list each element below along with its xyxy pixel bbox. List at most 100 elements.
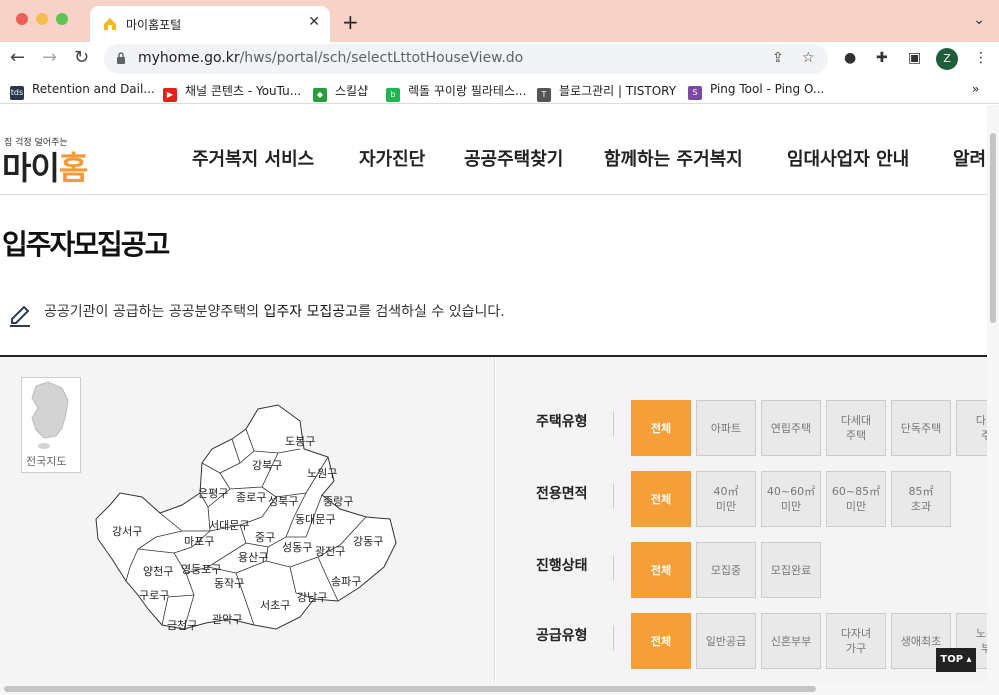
close-window-button[interactable]	[16, 13, 28, 25]
blog-icon: b	[386, 88, 400, 102]
url-text[interactable]: myhome.go.kr/hws/portal/sch/selectLttotH…	[138, 50, 523, 66]
filter-separator	[613, 411, 614, 437]
back-button[interactable]: ←	[10, 47, 25, 68]
option-status-all[interactable]: 전체	[631, 542, 691, 598]
option-area-all[interactable]: 전체	[631, 471, 691, 527]
filter-label-supply-type: 공급유형	[536, 628, 588, 644]
district-gwanak[interactable]: 관악구	[212, 611, 242, 627]
region-map-panel: 전국지도 도봉구 강북구 노원구 은평구 종로구 성북구 중랑구 동대문구 서대…	[0, 357, 495, 683]
option-apartment[interactable]: 아파트	[696, 400, 756, 456]
option-supply-all[interactable]: 전체	[631, 613, 691, 669]
filter-separator	[613, 555, 614, 581]
cookie-extension-icon[interactable]: ●	[844, 50, 856, 66]
reload-button[interactable]: ↻	[74, 47, 89, 68]
district-seodaemun[interactable]: 서대문구	[209, 517, 249, 533]
home-icon	[104, 18, 116, 30]
bookmark-item[interactable]: S Ping Tool - Ping O...	[688, 82, 824, 100]
district-nowon[interactable]: 노원구	[307, 465, 337, 481]
extensions-puzzle-icon[interactable]: ✚	[876, 50, 888, 66]
option-multi-child[interactable]: 다자녀 가구	[826, 613, 886, 669]
option-area-over-85[interactable]: 85㎡ 초과	[891, 471, 951, 527]
district-yangcheon[interactable]: 양천구	[143, 563, 173, 579]
bookmark-item[interactable]: T 블로그관리 | TISTORY	[537, 82, 676, 102]
district-jung[interactable]: 중구	[255, 529, 275, 545]
nav-together-housing-welfare[interactable]: 함께하는 주거복지	[604, 145, 743, 171]
maximize-window-button[interactable]	[56, 13, 68, 25]
district-gangnam[interactable]: 강남구	[297, 589, 327, 605]
bookmark-star-icon[interactable]: ☆	[802, 50, 815, 66]
option-area-under-40[interactable]: 40㎡ 미만	[696, 471, 756, 527]
logo-text: 마이홈	[2, 149, 88, 187]
district-seocho[interactable]: 서초구	[260, 597, 290, 613]
skillshop-icon: ◆	[313, 88, 327, 102]
scroll-top-button[interactable]: TOP ▴	[936, 648, 976, 672]
option-recruitment-closed[interactable]: 모집완료	[761, 542, 821, 598]
option-area-60-85[interactable]: 60~85㎡ 미만	[826, 471, 886, 527]
district-eunpyeong[interactable]: 은평구	[198, 485, 228, 501]
filter-label-area: 전용면적	[536, 486, 588, 502]
share-icon[interactable]: ⇪	[772, 50, 784, 66]
address-bar[interactable]: myhome.go.kr/hws/portal/sch/selectLttotH…	[104, 44, 828, 74]
district-seongbuk[interactable]: 성북구	[268, 493, 298, 509]
bookmark-item[interactable]: tds Retention and Dail...	[10, 82, 155, 100]
browser-tab-active[interactable]: 마이홈포털 ✕	[90, 6, 330, 42]
nav-landlord-guide[interactable]: 임대사업자 안내	[787, 145, 909, 171]
new-tab-button[interactable]: +	[342, 10, 359, 34]
filter-label-status: 진행상태	[536, 558, 588, 574]
district-dongdaemun[interactable]: 동대문구	[295, 511, 335, 527]
district-jungnang[interactable]: 중랑구	[323, 493, 353, 509]
option-area-40-60[interactable]: 40~60㎡ 미만	[761, 471, 821, 527]
district-songpa[interactable]: 송파구	[331, 573, 361, 589]
nav-housing-welfare-service[interactable]: 주거복지 서비스	[192, 145, 314, 171]
district-seongdong[interactable]: 성동구	[282, 539, 312, 555]
option-general-supply[interactable]: 일반공급	[696, 613, 756, 669]
option-row-house[interactable]: 연립주택	[761, 400, 821, 456]
page-title: 입주자모집공고	[2, 228, 170, 261]
option-multi-family[interactable]: 다가 주	[956, 400, 987, 456]
district-yongsan[interactable]: 용산구	[238, 549, 268, 565]
seoul-district-map[interactable]	[90, 397, 410, 637]
close-tab-icon[interactable]: ✕	[308, 14, 320, 30]
district-gangseo[interactable]: 강서구	[112, 523, 142, 539]
horizontal-scrollbar[interactable]	[0, 683, 999, 695]
option-multiplex[interactable]: 다세대 주택	[826, 400, 886, 456]
youtube-icon: ▶	[163, 88, 177, 102]
bookmark-item[interactable]: ◆ 스킬샵	[313, 82, 368, 102]
forward-button[interactable]: →	[42, 47, 57, 68]
option-housing-all[interactable]: 전체	[631, 400, 691, 456]
web-page: 집 걱정 덜어주는 마이홈 주거복지 서비스 자가진단 공공주택찾기 함께하는 …	[0, 105, 987, 683]
district-jongno[interactable]: 종로구	[236, 489, 266, 505]
lock-icon	[117, 52, 125, 64]
nav-notice[interactable]: 알려	[953, 145, 986, 171]
korea-map-icon	[31, 381, 69, 449]
nav-self-diagnosis[interactable]: 자가진단	[359, 145, 425, 171]
horizontal-scroll-thumb[interactable]	[4, 686, 816, 692]
minimize-window-button[interactable]	[36, 13, 48, 25]
district-geumcheon[interactable]: 금천구	[167, 617, 197, 633]
bookmark-item[interactable]: ▶ 채널 콘텐츠 - YouTu...	[163, 82, 301, 102]
district-gangbuk[interactable]: 강북구	[252, 457, 282, 473]
profile-avatar[interactable]: Z	[936, 48, 958, 70]
district-guro[interactable]: 구로구	[139, 587, 169, 603]
tab-search-chevron-icon[interactable]: ⌄	[973, 12, 985, 28]
district-mapo[interactable]: 마포구	[184, 533, 214, 549]
vertical-scroll-thumb[interactable]	[990, 133, 996, 323]
option-detached[interactable]: 단독주택	[891, 400, 951, 456]
district-gwangjin[interactable]: 광진구	[315, 543, 345, 559]
search-filter-panel: 주택유형 전체 아파트 연립주택 다세대 주택 단독주택 다가 주 전용면적 전…	[496, 357, 987, 683]
bookmarks-overflow-icon[interactable]: »	[972, 82, 979, 96]
district-dongjak[interactable]: 동작구	[214, 575, 244, 591]
nav-find-public-housing[interactable]: 공공주택찾기	[464, 145, 564, 171]
pencil-icon	[10, 305, 30, 327]
browser-menu-icon[interactable]: ⋮	[974, 50, 988, 66]
tab-title: 마이홈포털	[126, 18, 182, 32]
national-map-button[interactable]: 전국지도	[21, 377, 81, 473]
vertical-scrollbar[interactable]	[987, 105, 999, 683]
browser-tabbar: 마이홈포털 ✕ + ⌄	[0, 0, 999, 42]
district-dobong[interactable]: 도봉구	[285, 433, 315, 449]
district-gangdong[interactable]: 강동구	[353, 533, 383, 549]
option-recruiting[interactable]: 모집중	[696, 542, 756, 598]
option-newlyweds[interactable]: 신혼부부	[761, 613, 821, 669]
sidepanel-icon[interactable]: ▣	[908, 50, 921, 66]
bookmark-item[interactable]: b 렉돌 꾸이랑 필라테스...	[386, 82, 526, 102]
